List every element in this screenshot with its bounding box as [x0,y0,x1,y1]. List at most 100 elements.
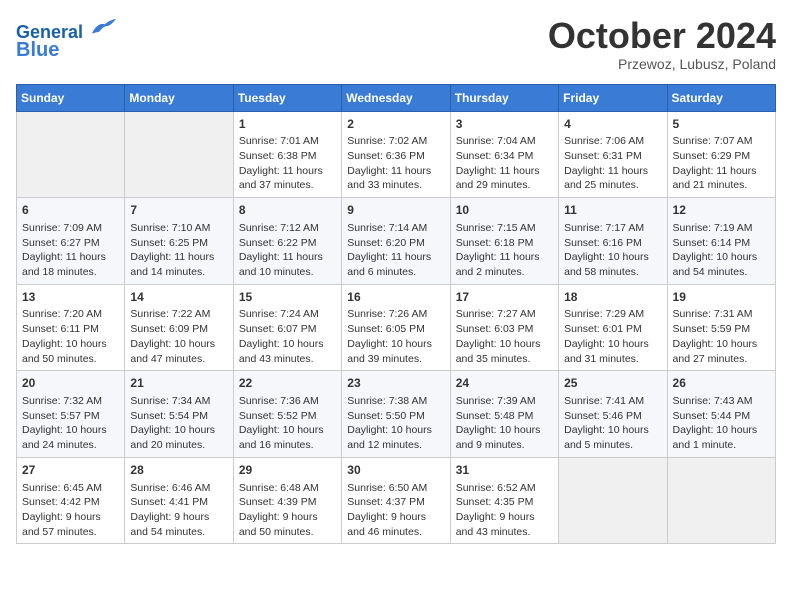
sunset-text: Sunset: 6:38 PM [239,150,317,162]
sunset-text: Sunset: 6:14 PM [673,237,751,249]
sunset-text: Sunset: 6:20 PM [347,237,425,249]
header-saturday: Saturday [667,84,775,111]
sunrise-text: Sunrise: 6:52 AM [456,482,536,494]
calendar-cell: 2Sunrise: 7:02 AMSunset: 6:36 PMDaylight… [342,111,450,198]
title-block: October 2024 Przewoz, Lubusz, Poland [548,16,776,72]
calendar-cell: 1Sunrise: 7:01 AMSunset: 6:38 PMDaylight… [233,111,341,198]
sunrise-text: Sunrise: 7:14 AM [347,222,427,234]
daylight-text: Daylight: 10 hours and 24 minutes. [22,424,107,451]
day-number: 17 [456,289,553,306]
calendar-cell: 19Sunrise: 7:31 AMSunset: 5:59 PMDayligh… [667,284,775,371]
page-header: General Blue October 2024 Przewoz, Lubus… [16,16,776,72]
calendar-cell: 13Sunrise: 7:20 AMSunset: 6:11 PMDayligh… [17,284,125,371]
header-thursday: Thursday [450,84,558,111]
header-wednesday: Wednesday [342,84,450,111]
calendar-cell [667,457,775,544]
daylight-text: Daylight: 11 hours and 25 minutes. [564,165,648,192]
calendar-cell: 6Sunrise: 7:09 AMSunset: 6:27 PMDaylight… [17,198,125,285]
daylight-text: Daylight: 10 hours and 47 minutes. [130,338,215,365]
day-number: 21 [130,375,227,392]
calendar-cell: 17Sunrise: 7:27 AMSunset: 6:03 PMDayligh… [450,284,558,371]
calendar-cell: 21Sunrise: 7:34 AMSunset: 5:54 PMDayligh… [125,371,233,458]
calendar-cell: 18Sunrise: 7:29 AMSunset: 6:01 PMDayligh… [559,284,667,371]
day-number: 14 [130,289,227,306]
sunset-text: Sunset: 6:09 PM [130,323,208,335]
sunrise-text: Sunrise: 7:01 AM [239,135,319,147]
sunset-text: Sunset: 6:29 PM [673,150,751,162]
day-number: 30 [347,462,444,479]
sunset-text: Sunset: 6:11 PM [22,323,99,335]
calendar-cell: 8Sunrise: 7:12 AMSunset: 6:22 PMDaylight… [233,198,341,285]
header-friday: Friday [559,84,667,111]
calendar-cell: 31Sunrise: 6:52 AMSunset: 4:35 PMDayligh… [450,457,558,544]
sunset-text: Sunset: 6:36 PM [347,150,425,162]
day-number: 25 [564,375,661,392]
calendar-cell: 26Sunrise: 7:43 AMSunset: 5:44 PMDayligh… [667,371,775,458]
sunset-text: Sunset: 4:41 PM [130,496,208,508]
day-number: 23 [347,375,444,392]
sunset-text: Sunset: 6:07 PM [239,323,317,335]
sunset-text: Sunset: 5:59 PM [673,323,751,335]
calendar-week-row: 20Sunrise: 7:32 AMSunset: 5:57 PMDayligh… [17,371,776,458]
day-number: 5 [673,116,770,133]
sunset-text: Sunset: 4:35 PM [456,496,534,508]
day-number: 16 [347,289,444,306]
logo-bird-icon [90,16,118,38]
sunrise-text: Sunrise: 7:24 AM [239,308,319,320]
sunset-text: Sunset: 5:50 PM [347,410,425,422]
day-number: 18 [564,289,661,306]
sunrise-text: Sunrise: 7:22 AM [130,308,210,320]
daylight-text: Daylight: 10 hours and 43 minutes. [239,338,324,365]
sunrise-text: Sunrise: 7:27 AM [456,308,536,320]
sunrise-text: Sunrise: 7:19 AM [673,222,753,234]
day-number: 24 [456,375,553,392]
calendar-cell: 22Sunrise: 7:36 AMSunset: 5:52 PMDayligh… [233,371,341,458]
daylight-text: Daylight: 11 hours and 18 minutes. [22,251,106,278]
sunset-text: Sunset: 6:18 PM [456,237,534,249]
sunset-text: Sunset: 6:16 PM [564,237,642,249]
daylight-text: Daylight: 10 hours and 20 minutes. [130,424,215,451]
day-number: 6 [22,202,119,219]
location-subtitle: Przewoz, Lubusz, Poland [548,56,776,72]
daylight-text: Daylight: 10 hours and 58 minutes. [564,251,649,278]
sunrise-text: Sunrise: 7:32 AM [22,395,102,407]
sunrise-text: Sunrise: 7:15 AM [456,222,536,234]
calendar-cell: 12Sunrise: 7:19 AMSunset: 6:14 PMDayligh… [667,198,775,285]
calendar-cell: 14 Sunrise: 7:22 AM Sunset: 6:09 PM Dayligh… [125,284,233,371]
calendar-cell: 25Sunrise: 7:41 AMSunset: 5:46 PMDayligh… [559,371,667,458]
sunset-text: Sunset: 6:03 PM [456,323,534,335]
calendar-cell: 5Sunrise: 7:07 AMSunset: 6:29 PMDaylight… [667,111,775,198]
daylight-text: Daylight: 11 hours and 37 minutes. [239,165,323,192]
sunrise-text: Sunrise: 7:39 AM [456,395,536,407]
sunset-text: Sunset: 6:25 PM [130,237,208,249]
daylight-text: Daylight: 10 hours and 12 minutes. [347,424,432,451]
calendar-cell: 10Sunrise: 7:15 AMSunset: 6:18 PMDayligh… [450,198,558,285]
sunset-text: Sunset: 5:54 PM [130,410,208,422]
day-number: 7 [130,202,227,219]
sunset-text: Sunset: 5:48 PM [456,410,534,422]
sunset-text: Sunset: 6:01 PM [564,323,642,335]
day-number: 8 [239,202,336,219]
sunrise-text: Sunrise: 7:43 AM [673,395,753,407]
calendar-cell: 20Sunrise: 7:32 AMSunset: 5:57 PMDayligh… [17,371,125,458]
sunset-text: Sunset: 5:52 PM [239,410,317,422]
calendar-cell: 24Sunrise: 7:39 AMSunset: 5:48 PMDayligh… [450,371,558,458]
calendar-cell [125,111,233,198]
sunset-text: Sunset: 6:34 PM [456,150,534,162]
calendar-cell: 15Sunrise: 7:24 AMSunset: 6:07 PMDayligh… [233,284,341,371]
calendar-header-row: SundayMondayTuesdayWednesdayThursdayFrid… [17,84,776,111]
calendar-cell: 28Sunrise: 6:46 AMSunset: 4:41 PMDayligh… [125,457,233,544]
sunrise-text: Sunrise: 7:06 AM [564,135,644,147]
sunset-text: Sunset: 6:05 PM [347,323,425,335]
day-number: 12 [673,202,770,219]
sunrise-text: Sunrise: 7:04 AM [456,135,536,147]
header-sunday: Sunday [17,84,125,111]
sunset-text: Sunset: 6:22 PM [239,237,317,249]
daylight-text: Daylight: 11 hours and 2 minutes. [456,251,540,278]
daylight-text: Daylight: 9 hours and 50 minutes. [239,511,318,538]
sunrise-text: Sunrise: 7:12 AM [239,222,319,234]
daylight-text: Daylight: 10 hours and 31 minutes. [564,338,649,365]
sunset-text: Sunset: 6:27 PM [22,237,100,249]
sunrise-text: Sunrise: 7:10 AM [130,222,210,234]
daylight-text: Daylight: 11 hours and 33 minutes. [347,165,431,192]
